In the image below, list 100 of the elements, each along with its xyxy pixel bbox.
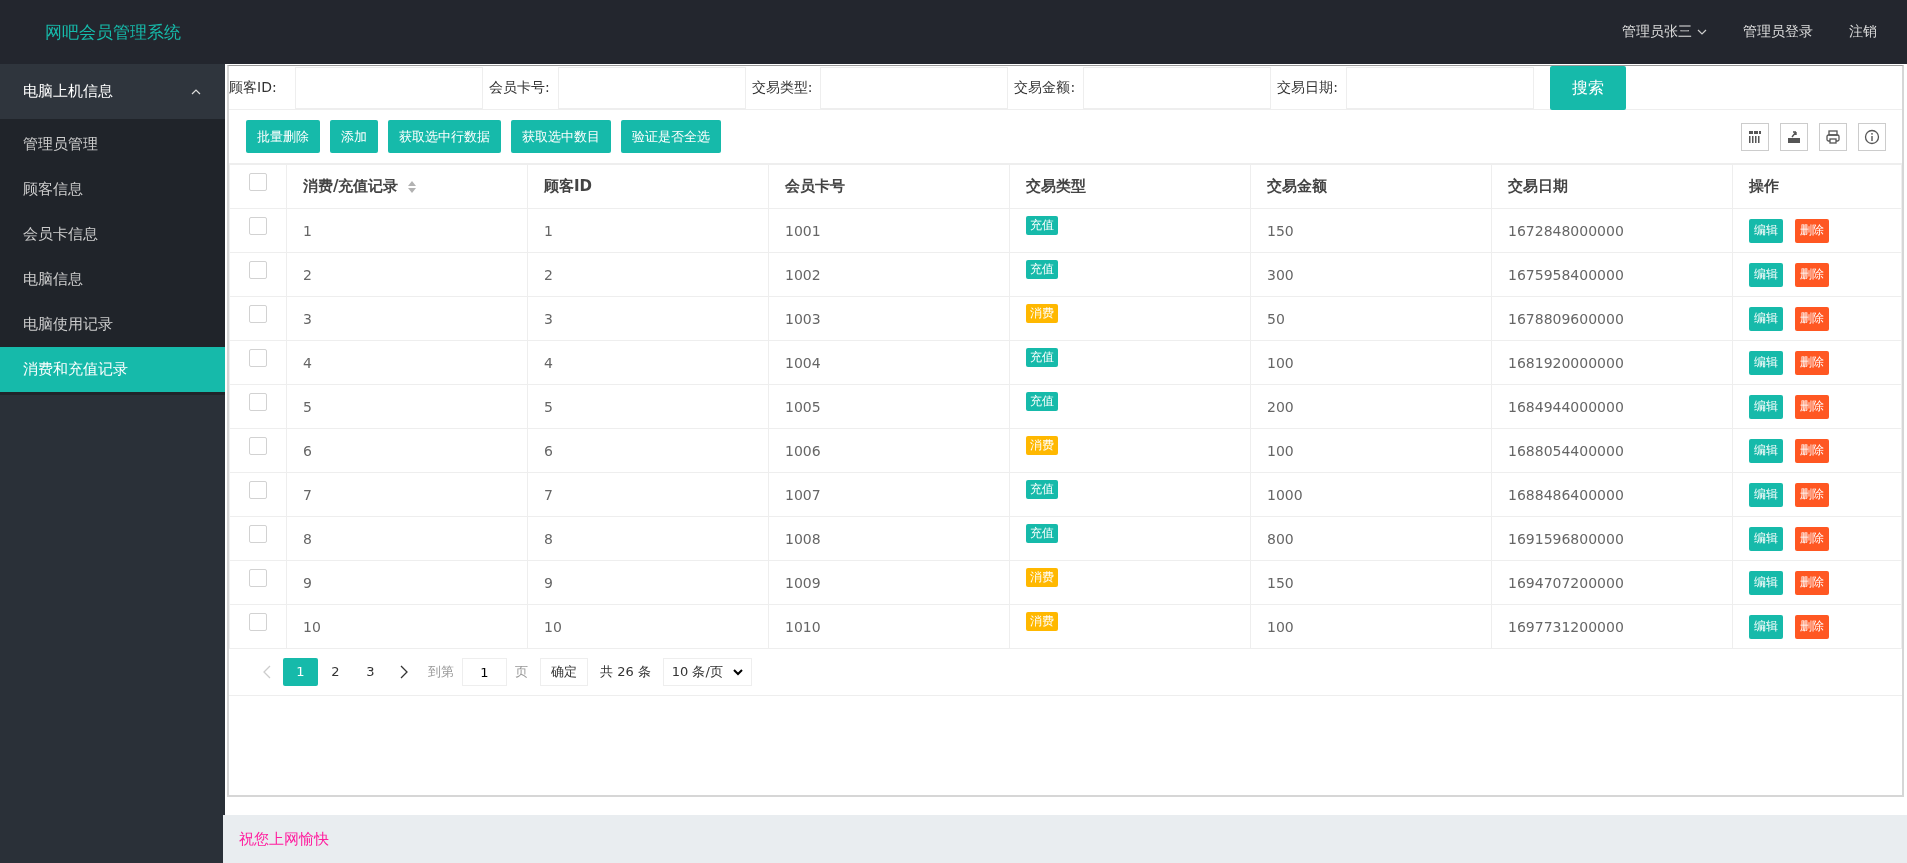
tool-button[interactable] [1819, 122, 1847, 151]
checkbox[interactable] [249, 305, 267, 323]
table-cell: 1004 [785, 354, 821, 371]
table-cell: 1007 [785, 486, 821, 503]
input-field[interactable] [1083, 66, 1272, 109]
total-count: 共 26 条 [600, 663, 651, 681]
checkbox[interactable] [249, 261, 267, 279]
table-cell: 1678809600000 [1508, 310, 1624, 327]
search-button[interactable]: 搜索 [1549, 66, 1626, 110]
edit-button[interactable]: 编辑 [1749, 394, 1783, 419]
input-field[interactable] [1345, 66, 1534, 109]
input-field[interactable] [557, 66, 746, 109]
delete-button[interactable]: 删除 [1795, 262, 1829, 287]
sidebar-item[interactable]: 会员卡信息 [0, 212, 225, 257]
checkbox[interactable] [249, 393, 267, 411]
sidebar-group[interactable]: 电脑上机信息 [0, 64, 225, 119]
nav-link[interactable]: 注销 [1831, 23, 1895, 41]
type-tag: 充值 [1026, 216, 1058, 235]
column-header: 交易日期 [1508, 177, 1568, 196]
delete-button[interactable]: 删除 [1795, 306, 1829, 331]
checkbox[interactable] [249, 437, 267, 455]
table-cell: 6 [544, 442, 553, 459]
checkbox[interactable] [249, 613, 267, 631]
edit-button[interactable]: 编辑 [1749, 526, 1783, 551]
chevron-left-icon [263, 665, 271, 679]
toolbar-button[interactable]: 添加 [330, 120, 378, 153]
input-field[interactable] [820, 66, 1009, 109]
toolbar-button[interactable]: 验证是否全选 [621, 120, 721, 153]
type-tag: 消费 [1026, 304, 1058, 323]
nav-link[interactable]: 管理员登录 [1725, 23, 1831, 41]
edit-button[interactable]: 编辑 [1749, 306, 1783, 331]
confirm-button[interactable]: 确定 [540, 658, 588, 686]
table-cell: 6 [303, 442, 312, 459]
table-cell: 5 [303, 398, 312, 415]
page-button[interactable]: 3 [353, 658, 388, 686]
sort-icon [407, 179, 418, 194]
delete-button[interactable]: 删除 [1795, 350, 1829, 375]
table-cell: 4 [303, 354, 312, 371]
footer-text: 祝您上网愉快 [239, 829, 329, 849]
checkbox[interactable] [249, 173, 267, 191]
nav-link[interactable]: 管理员张三 [1604, 23, 1725, 41]
table-cell: 1672848000000 [1508, 222, 1624, 239]
table-cell: 100 [1267, 442, 1294, 459]
delete-button[interactable]: 删除 [1795, 218, 1829, 243]
sidebar-item[interactable]: 电脑信息 [0, 257, 225, 302]
checkbox[interactable] [249, 525, 267, 543]
delete-button[interactable]: 删除 [1795, 614, 1829, 639]
table-cell: 1688486400000 [1508, 486, 1624, 503]
delete-button[interactable]: 删除 [1795, 570, 1829, 595]
type-tag: 充值 [1026, 392, 1058, 411]
tool-button[interactable] [1741, 122, 1769, 151]
type-tag: 充值 [1026, 348, 1058, 367]
page-input[interactable]: 1 [462, 658, 507, 686]
delete-button[interactable]: 删除 [1795, 438, 1829, 463]
column-header: 顾客ID [544, 177, 593, 196]
checkbox[interactable] [249, 569, 267, 587]
type-tag: 充值 [1026, 260, 1058, 279]
page-button[interactable]: 2 [318, 658, 353, 686]
sidebar-item[interactable]: 电脑使用记录 [0, 302, 225, 347]
table-cell: 5 [544, 398, 553, 415]
table-cell: 9 [303, 574, 312, 591]
tool-button[interactable] [1858, 122, 1886, 151]
edit-button[interactable]: 编辑 [1749, 438, 1783, 463]
checkbox[interactable] [249, 349, 267, 367]
table-cell: 1010 [785, 618, 821, 635]
sidebar-item[interactable]: 消费和充值记录 [0, 347, 225, 392]
toolbar-button[interactable]: 获取选中行数据 [388, 120, 501, 153]
table-cell: 150 [1267, 222, 1294, 239]
checkbox[interactable] [249, 481, 267, 499]
table-cell: 4 [544, 354, 553, 371]
edit-button[interactable]: 编辑 [1749, 218, 1783, 243]
page-button[interactable]: 1 [283, 658, 318, 686]
table-cell: 1691596800000 [1508, 530, 1624, 547]
edit-button[interactable]: 编辑 [1749, 614, 1783, 639]
sidebar-item[interactable]: 管理员管理 [0, 122, 225, 167]
sidebar-item[interactable]: 顾客信息 [0, 167, 225, 212]
edit-button[interactable]: 编辑 [1749, 570, 1783, 595]
edit-button[interactable]: 编辑 [1749, 482, 1783, 507]
app-title: 网吧会员管理系统 [43, 20, 182, 44]
edit-button[interactable]: 编辑 [1749, 262, 1783, 287]
toolbar-button[interactable]: 批量删除 [246, 120, 320, 153]
table-cell: 1 [303, 222, 312, 239]
table-cell: 1 [544, 222, 553, 239]
caret-down-icon [1697, 29, 1707, 35]
toolbar-button[interactable]: 获取选中数目 [511, 120, 611, 153]
input-field[interactable] [295, 66, 483, 109]
delete-button[interactable]: 删除 [1795, 526, 1829, 551]
delete-button[interactable]: 删除 [1795, 482, 1829, 507]
chevron-down-icon [732, 668, 743, 676]
page-size-select[interactable]: 10 条/页 [662, 658, 752, 686]
table-cell: 50 [1267, 310, 1285, 327]
table-cell: 1005 [785, 398, 821, 415]
table-cell: 1008 [785, 530, 821, 547]
table-cell: 150 [1267, 574, 1294, 591]
field-label: 交易日期: [1277, 78, 1339, 97]
edit-button[interactable]: 编辑 [1749, 350, 1783, 375]
table-cell: 3 [544, 310, 553, 327]
checkbox[interactable] [249, 217, 267, 235]
delete-button[interactable]: 删除 [1795, 394, 1829, 419]
tool-button[interactable] [1780, 122, 1808, 151]
